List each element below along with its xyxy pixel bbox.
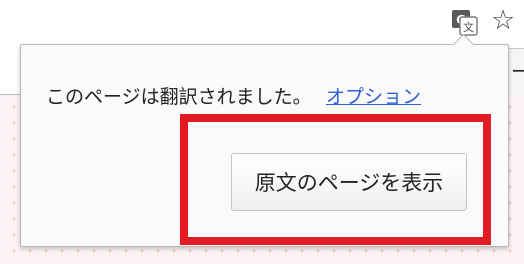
highlight-box — [180, 114, 491, 245]
omnibox[interactable] — [0, 48, 22, 95]
browser-toolbar: G 文 ☆ — [0, 0, 524, 48]
translated-message: このページは翻訳されました。 — [46, 86, 312, 108]
star-icon[interactable]: ☆ — [491, 6, 515, 36]
translate-icon[interactable]: G 文 — [451, 9, 478, 36]
options-link[interactable]: オプション — [326, 82, 421, 109]
svg-text:文: 文 — [463, 20, 474, 34]
